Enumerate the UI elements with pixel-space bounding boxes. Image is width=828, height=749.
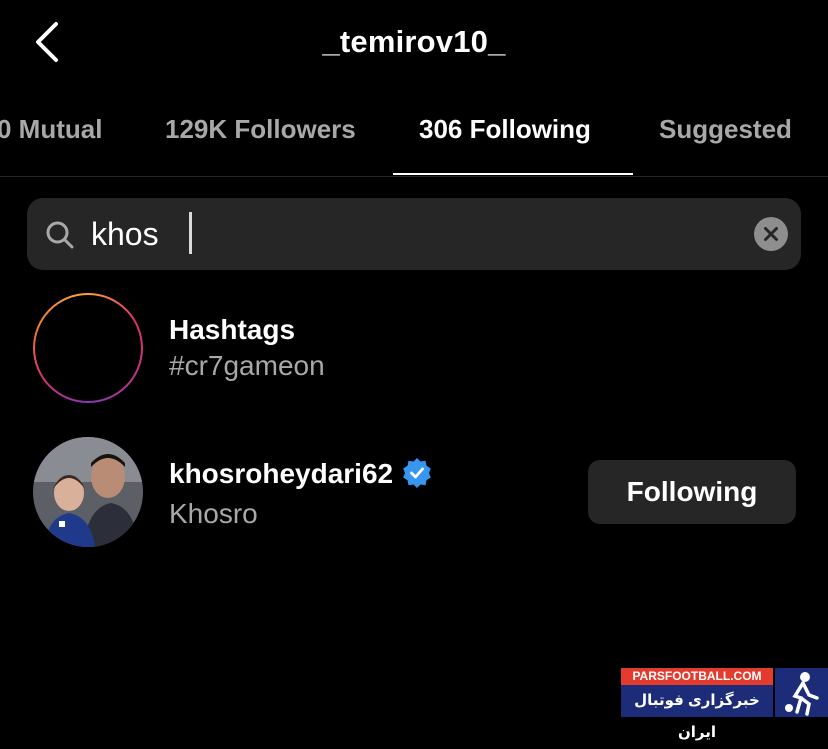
hashtag-avatar xyxy=(33,293,143,403)
watermark-tagline: خبرگزاری فوتبال ایران xyxy=(621,685,773,741)
result-username: khosroheydari62 xyxy=(169,458,394,489)
result-fullname: Khosro xyxy=(169,498,258,529)
search-icon xyxy=(46,221,74,249)
watermark: PARSFOOTBALL.COM خبرگزاری فوتبال ایران xyxy=(621,668,828,741)
search-input[interactable] xyxy=(91,208,731,260)
result-title: Hashtags xyxy=(169,314,296,345)
header: _temirov10_ xyxy=(0,0,828,90)
tab-suggested[interactable]: Suggested xyxy=(659,114,792,145)
clear-search-button[interactable] xyxy=(754,217,788,251)
search-bar xyxy=(27,198,801,270)
search-result-hashtags[interactable]: Hashtags #cr7gameon xyxy=(0,292,828,404)
watermark-site: PARSFOOTBALL.COM xyxy=(621,668,773,685)
tab-followers[interactable]: 129K Followers xyxy=(165,114,356,145)
hashtag-icon xyxy=(57,313,119,383)
verified-badge-icon xyxy=(403,458,431,488)
watermark-logo-icon xyxy=(775,668,828,717)
tab-mutual[interactable]: 0 Mutual xyxy=(0,114,102,145)
active-tab-indicator xyxy=(393,173,633,175)
following-button[interactable]: Following xyxy=(588,460,796,524)
tab-following[interactable]: 306 Following xyxy=(419,114,591,145)
text-cursor xyxy=(189,212,192,254)
avatar[interactable] xyxy=(33,437,143,547)
page-title: _temirov10_ xyxy=(322,24,506,59)
tab-bar: 0 Mutual 129K Followers 306 Following Su… xyxy=(0,100,828,177)
clear-icon xyxy=(764,227,778,241)
profile-photo xyxy=(33,437,143,547)
result-subtitle: #cr7gameon xyxy=(169,350,325,381)
